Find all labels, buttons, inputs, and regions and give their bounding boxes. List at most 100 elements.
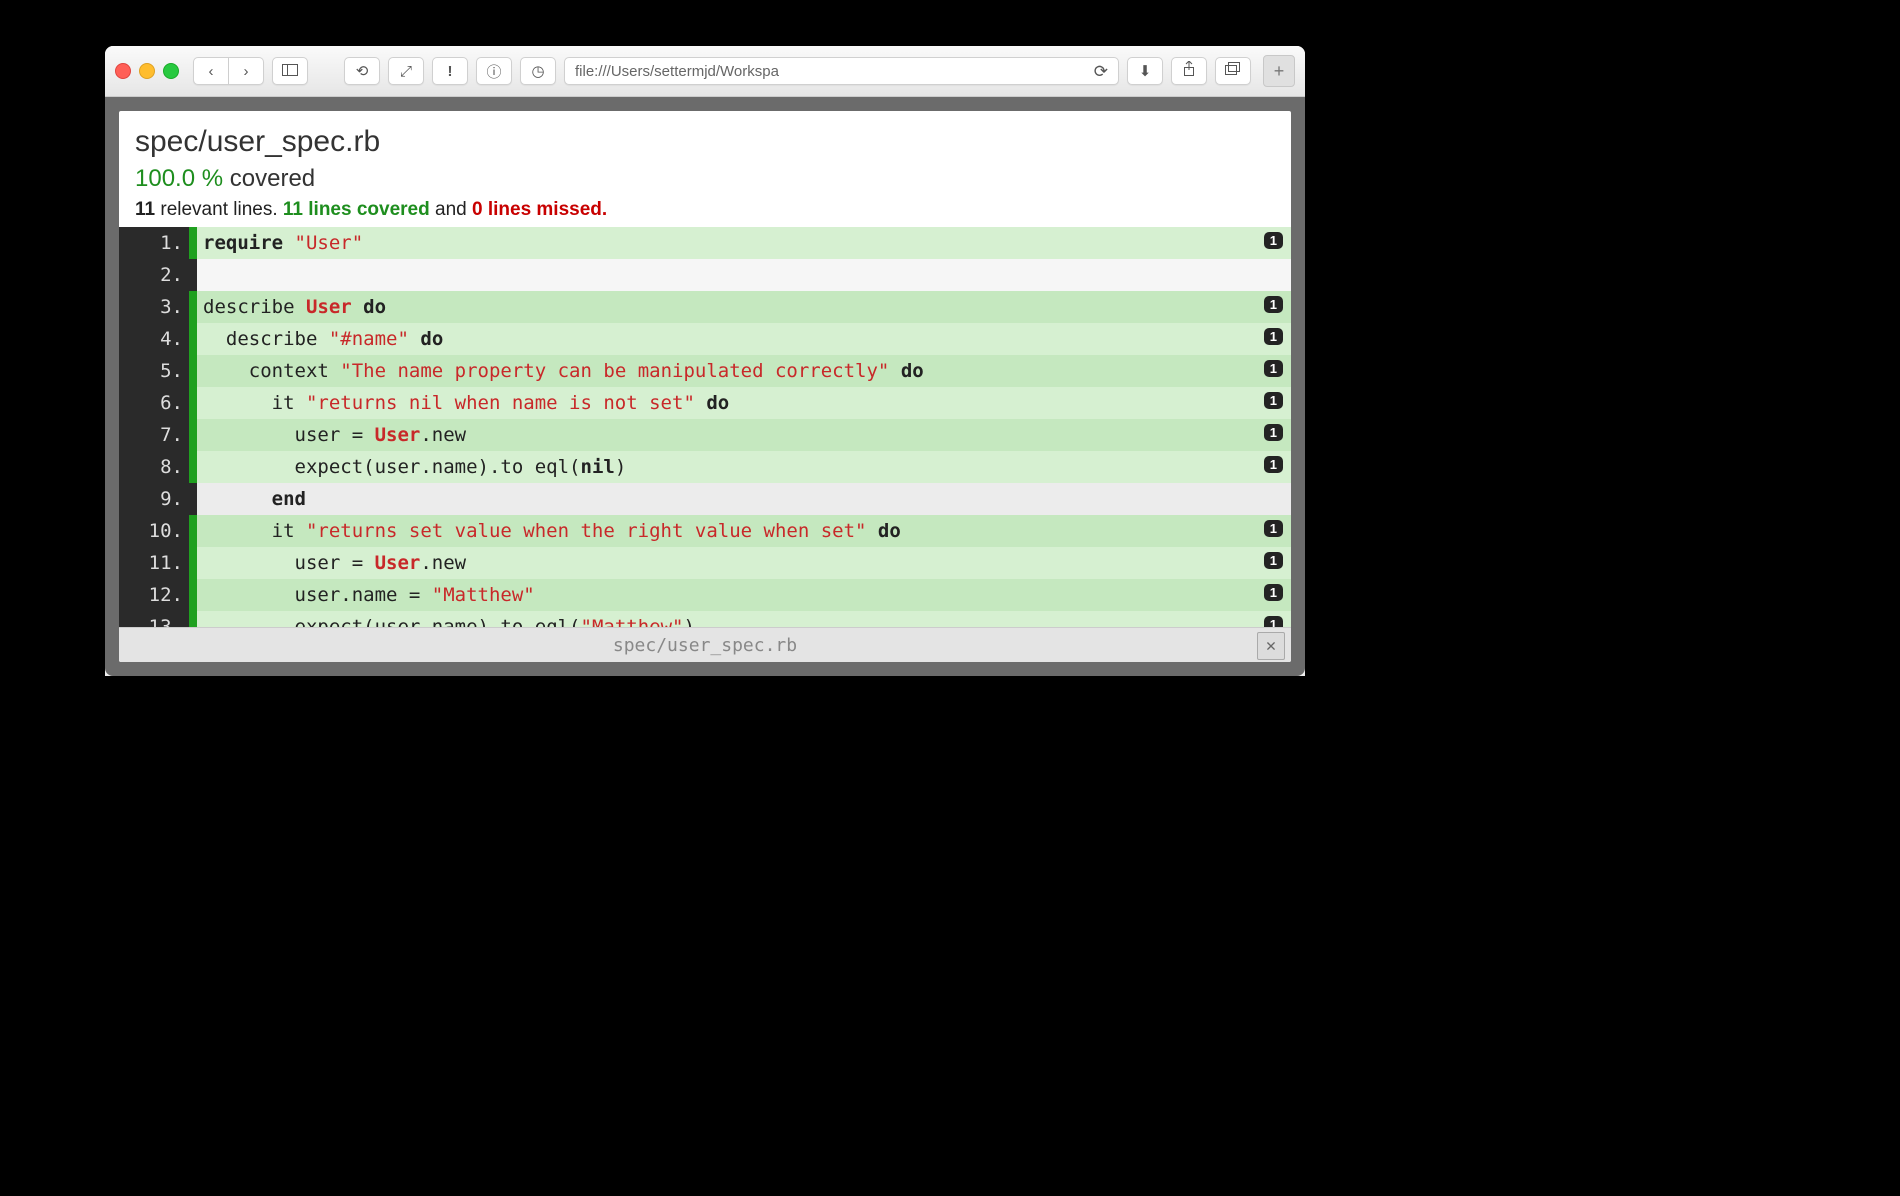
- refresh-alt-button[interactable]: ⟲: [344, 57, 380, 85]
- hit-count-badge: 1: [1264, 296, 1283, 313]
- coverage-marker: [189, 579, 197, 611]
- line-number: 9.: [119, 483, 189, 515]
- code-line: 1.require "User"1: [119, 227, 1291, 259]
- history-button[interactable]: ◷: [520, 57, 556, 85]
- hit-count-badge: 1: [1264, 392, 1283, 409]
- sidebar-button[interactable]: [272, 57, 308, 85]
- line-number: 7.: [119, 419, 189, 451]
- hit-count-badge: 1: [1264, 456, 1283, 473]
- minimize-window-button[interactable]: [139, 63, 155, 79]
- share-button[interactable]: [1171, 57, 1207, 85]
- coverage-marker: [189, 355, 197, 387]
- coverage-marker: [189, 291, 197, 323]
- hit-count-badge: 1: [1264, 328, 1283, 345]
- source-text: it "returns nil when name is not set" do…: [197, 387, 1291, 419]
- download-icon: ⬇︎: [1139, 62, 1152, 80]
- code-line: 13. expect(user.name).to eql("Matthew")1: [119, 611, 1291, 627]
- coverage-marker: [189, 611, 197, 627]
- code-line: 11. user = User.new1: [119, 547, 1291, 579]
- hit-count-badge: 1: [1264, 616, 1283, 627]
- source-text: describe "#name" do1: [197, 323, 1291, 355]
- info-icon: ⓘ: [486, 61, 501, 82]
- coverage-marker: [189, 323, 197, 355]
- tabs-icon: [1225, 62, 1241, 80]
- coverage-marker: [189, 419, 197, 451]
- hit-count-badge: 1: [1264, 360, 1283, 377]
- source-text: [197, 259, 1291, 291]
- line-number: 8.: [119, 451, 189, 483]
- hit-count-badge: 1: [1264, 520, 1283, 537]
- coverage-percent-line: 100.0 % covered: [135, 165, 1275, 193]
- source-text: require "User"1: [197, 227, 1291, 259]
- tabs-button[interactable]: [1215, 57, 1251, 85]
- line-number: 4.: [119, 323, 189, 355]
- sidebar-icon: [282, 63, 298, 80]
- source-text: expect(user.name).to eql(nil)1: [197, 451, 1291, 483]
- share-icon: [1182, 61, 1196, 81]
- reload-icon[interactable]: ⟳: [1094, 63, 1108, 80]
- forward-button[interactable]: ›: [229, 57, 264, 85]
- line-number: 2.: [119, 259, 189, 291]
- new-tab-button[interactable]: +: [1263, 55, 1295, 87]
- code-line: 9. end: [119, 483, 1291, 515]
- source-text: it "returns set value when the right val…: [197, 515, 1291, 547]
- coverage-marker: [189, 451, 197, 483]
- code-line: 12. user.name = "Matthew"1: [119, 579, 1291, 611]
- source-text: context "The name property can be manipu…: [197, 355, 1291, 387]
- coverage-percent: 100.0 %: [135, 165, 223, 192]
- missed-count: 0: [472, 199, 483, 220]
- zoom-window-button[interactable]: [163, 63, 179, 79]
- coverage-word: covered: [230, 165, 315, 192]
- code-line: 2.: [119, 259, 1291, 291]
- line-number: 12.: [119, 579, 189, 611]
- panel-header: spec/user_spec.rb 100.0 % covered 11 rel…: [119, 111, 1291, 227]
- close-panel-button[interactable]: ✕: [1257, 632, 1285, 660]
- page-content: spec/user_spec.rb 100.0 % covered 11 rel…: [105, 97, 1305, 676]
- address-bar[interactable]: file:///Users/settermjd/Workspa ⟳: [564, 57, 1119, 85]
- browser-toolbar: ‹ › ⟲ ⤢ ! ⓘ: [105, 46, 1305, 97]
- hit-count-badge: 1: [1264, 552, 1283, 569]
- line-number: 11.: [119, 547, 189, 579]
- chevron-right-icon: ›: [244, 63, 249, 80]
- browser-window: ‹ › ⟲ ⤢ ! ⓘ: [105, 46, 1305, 676]
- line-number: 1.: [119, 227, 189, 259]
- source-text: end: [197, 483, 1291, 515]
- traffic-lights: [115, 63, 179, 79]
- coverage-panel: spec/user_spec.rb 100.0 % covered 11 rel…: [119, 111, 1291, 662]
- coverage-marker: [189, 227, 197, 259]
- clock-icon: ◷: [531, 62, 544, 80]
- back-button[interactable]: ‹: [193, 57, 229, 85]
- panel-footer: spec/user_spec.rb ✕: [119, 627, 1291, 662]
- coverage-marker: [189, 483, 197, 515]
- source-listing[interactable]: 1.require "User"12.3.describe User do14.…: [119, 227, 1291, 627]
- info-button[interactable]: ⓘ: [476, 57, 512, 85]
- coverage-stats: 11 relevant lines. 11 lines covered and …: [135, 199, 1275, 221]
- code-line: 5. context "The name property can be man…: [119, 355, 1291, 387]
- code-line: 4. describe "#name" do1: [119, 323, 1291, 355]
- line-number: 3.: [119, 291, 189, 323]
- exclaim-icon: !: [448, 63, 453, 80]
- refresh-icon: ⟲: [356, 62, 369, 80]
- file-title: spec/user_spec.rb: [135, 125, 1275, 159]
- downloads-button[interactable]: ⬇︎: [1127, 57, 1163, 85]
- footer-file: spec/user_spec.rb: [613, 635, 797, 656]
- reader-button[interactable]: !: [432, 57, 468, 85]
- nav-group: ‹ ›: [193, 57, 264, 85]
- expand-icon: ⤢: [400, 63, 412, 80]
- close-window-button[interactable]: [115, 63, 131, 79]
- line-number: 5.: [119, 355, 189, 387]
- chevron-left-icon: ‹: [209, 63, 214, 80]
- line-number: 6.: [119, 387, 189, 419]
- line-number: 10.: [119, 515, 189, 547]
- source-text: expect(user.name).to eql("Matthew")1: [197, 611, 1291, 627]
- coverage-marker: [189, 259, 197, 291]
- relevant-count: 11: [135, 199, 155, 220]
- source-text: describe User do1: [197, 291, 1291, 323]
- fullscreen-button[interactable]: ⤢: [388, 57, 424, 85]
- url-text: file:///Users/settermjd/Workspa: [575, 63, 779, 80]
- code-line: 3.describe User do1: [119, 291, 1291, 323]
- covered-count: 11: [283, 199, 303, 220]
- code-line: 10. it "returns set value when the right…: [119, 515, 1291, 547]
- hit-count-badge: 1: [1264, 424, 1283, 441]
- close-icon: ✕: [1266, 636, 1276, 656]
